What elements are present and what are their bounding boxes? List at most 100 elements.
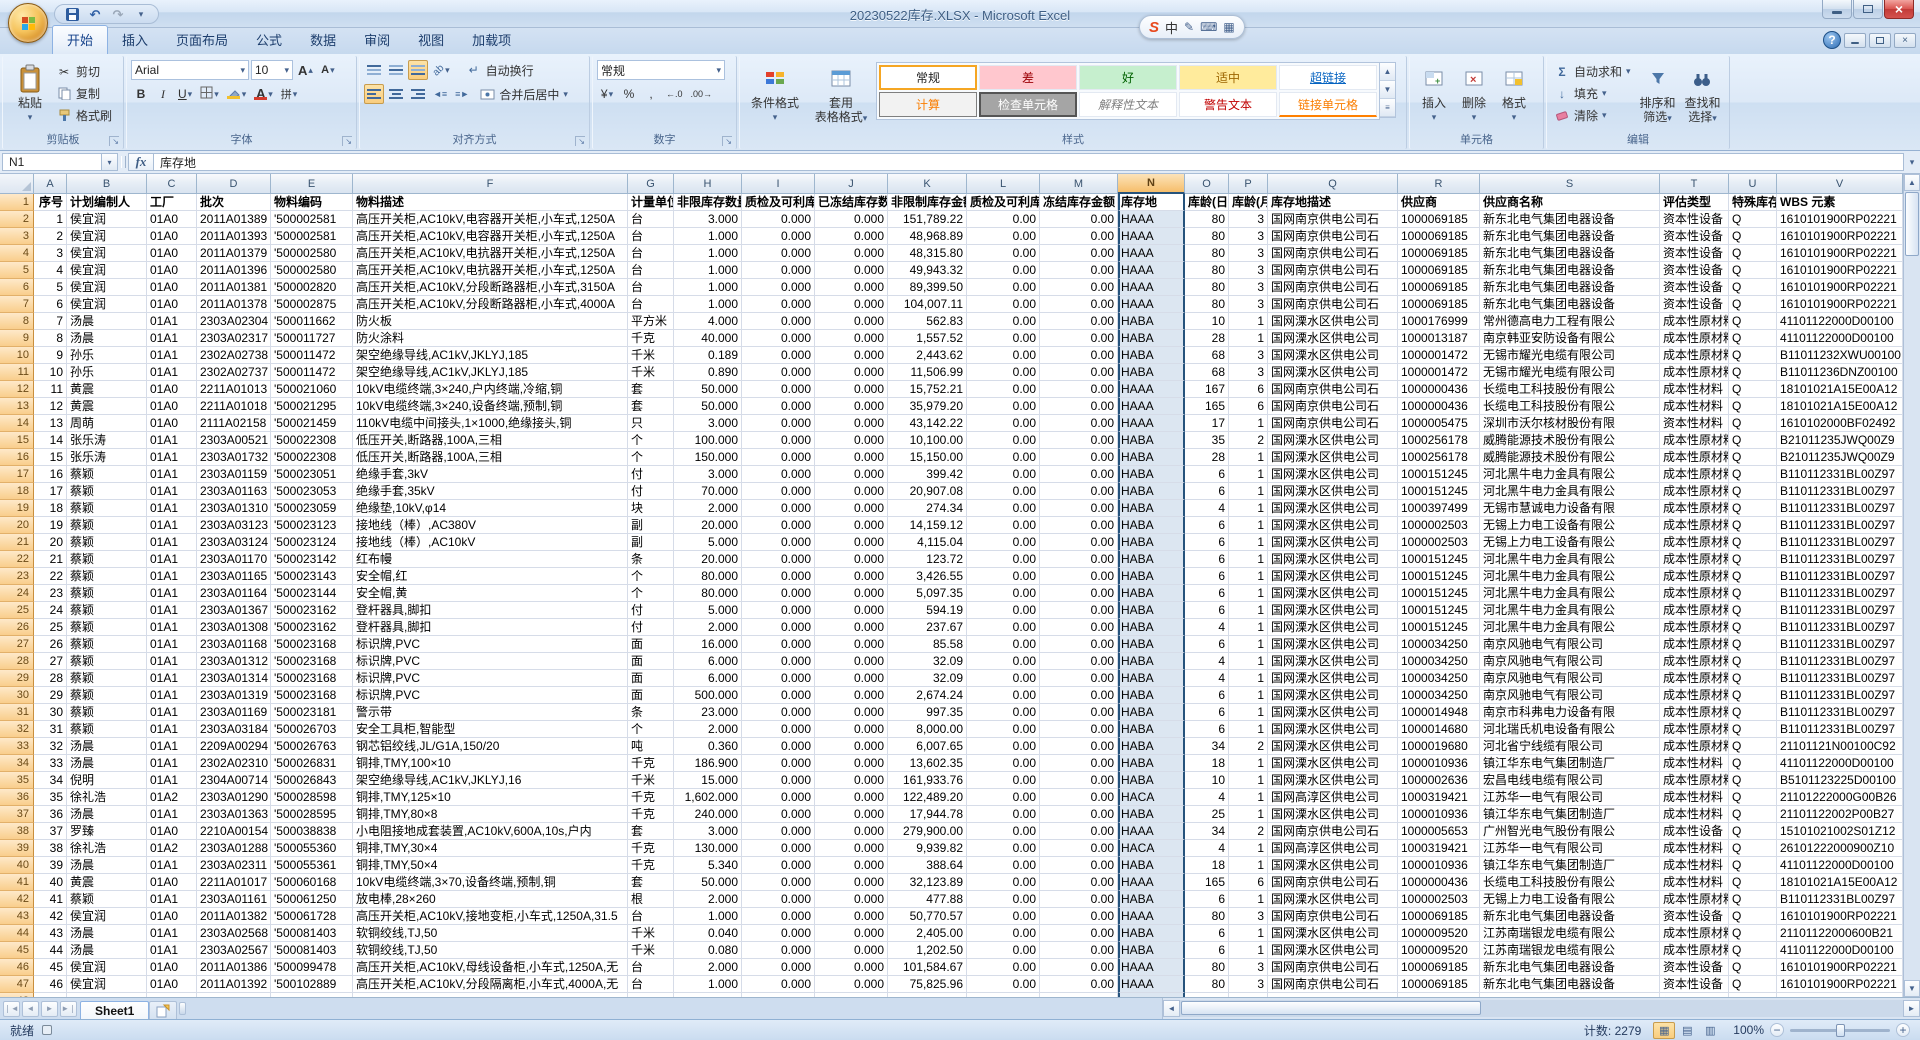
cell-D20[interactable]: 2303A03123 (197, 517, 271, 534)
cell-V39[interactable]: 26101222000900Z10 (1777, 840, 1903, 857)
cell-E40[interactable]: '500055361 (271, 857, 353, 874)
cell-F22[interactable]: 红布幔 (353, 551, 628, 568)
cell-L11[interactable]: 0.00 (967, 364, 1040, 381)
cell-Q14[interactable]: 国网南京供电公司石 (1268, 415, 1398, 432)
cell-J5[interactable]: 0.000 (815, 262, 888, 279)
cell-A34[interactable]: 33 (34, 755, 67, 772)
cell-R47[interactable]: 1000069185 (1398, 976, 1480, 993)
cell-B41[interactable]: 黄震 (67, 874, 147, 891)
ime-pen-icon[interactable]: ✎ (1184, 20, 1194, 34)
cell-J10[interactable]: 0.000 (815, 347, 888, 364)
office-button[interactable] (8, 3, 48, 43)
cell-F37[interactable]: 铜排,TMY,80×8 (353, 806, 628, 823)
accounting-format-button[interactable]: ¥▾ (597, 84, 617, 104)
cell-E41[interactable]: '500060168 (271, 874, 353, 891)
cell-G15[interactable]: 个 (628, 432, 674, 449)
cell-R41[interactable]: 1000000436 (1398, 874, 1480, 891)
cell-S23[interactable]: 河北黑牛电力金具有限公 (1480, 568, 1660, 585)
vertical-scrollbar[interactable]: ▲ ▼ (1903, 174, 1920, 997)
paste-button[interactable]: 粘贴 ▾ (7, 58, 53, 132)
cell-L17[interactable]: 0.00 (967, 466, 1040, 483)
cell-Q6[interactable]: 国网南京供电公司石 (1268, 279, 1398, 296)
cell-J33[interactable]: 0.000 (815, 738, 888, 755)
orientation-button[interactable]: ab▾ (430, 60, 453, 80)
cell-C33[interactable]: 01A1 (147, 738, 197, 755)
cell-V15[interactable]: B21011235JWQ00Z9 (1777, 432, 1903, 449)
cell-P34[interactable]: 1 (1229, 755, 1268, 772)
phonetic-button[interactable]: 拼▾ (278, 84, 301, 104)
cell-N4[interactable]: HAAA (1118, 245, 1185, 262)
cell-U32[interactable]: Q (1729, 721, 1777, 738)
cell-E21[interactable]: '500023124 (271, 534, 353, 551)
cell-P12[interactable]: 6 (1229, 381, 1268, 398)
cell-U40[interactable]: Q (1729, 857, 1777, 874)
cell-V32[interactable]: B110112331BL00Z97 (1777, 721, 1903, 738)
cell-J42[interactable]: 0.000 (815, 891, 888, 908)
cell-B30[interactable]: 蔡颖 (67, 687, 147, 704)
cell-B26[interactable]: 蔡颖 (67, 619, 147, 636)
cell-Q16[interactable]: 国网溧水区供电公司 (1268, 449, 1398, 466)
cell-M1[interactable]: 冻结库存金额 (1040, 194, 1118, 211)
cell-I15[interactable]: 0.000 (742, 432, 815, 449)
cell-S9[interactable]: 南京韩亚安防设备有限公 (1480, 330, 1660, 347)
cell-K8[interactable]: 562.83 (888, 313, 967, 330)
cell-U25[interactable]: Q (1729, 602, 1777, 619)
row-header-5[interactable]: 5 (0, 262, 34, 279)
cell-S19[interactable]: 无锡市慧诚电力设备有限 (1480, 500, 1660, 517)
ime-toolbox-icon[interactable]: ▦ (1223, 20, 1234, 34)
zoom-out-button[interactable]: − (1770, 1023, 1784, 1037)
cell-K41[interactable]: 32,123.89 (888, 874, 967, 891)
cell-U31[interactable]: Q (1729, 704, 1777, 721)
cell-A15[interactable]: 14 (34, 432, 67, 449)
cell-U8[interactable]: Q (1729, 313, 1777, 330)
workbook-restore-button[interactable] (1869, 33, 1891, 48)
cell-H20[interactable]: 20.000 (674, 517, 742, 534)
cell-S2[interactable]: 新东北电气集团电器设备 (1480, 211, 1660, 228)
select-all-button[interactable] (0, 174, 34, 194)
column-header-B[interactable]: B (67, 174, 147, 194)
cell-R34[interactable]: 1000010936 (1398, 755, 1480, 772)
fill-button[interactable]: ↓填充▾ (1551, 84, 1635, 103)
cell-B36[interactable]: 徐礼浩 (67, 789, 147, 806)
cell-J17[interactable]: 0.000 (815, 466, 888, 483)
cell-I41[interactable]: 0.000 (742, 874, 815, 891)
cell-P8[interactable]: 1 (1229, 313, 1268, 330)
cell-P2[interactable]: 3 (1229, 211, 1268, 228)
cell-O43[interactable]: 80 (1185, 908, 1229, 925)
cell-G34[interactable]: 千克 (628, 755, 674, 772)
cell-A18[interactable]: 17 (34, 483, 67, 500)
cell-M7[interactable]: 0.00 (1040, 296, 1118, 313)
cell-U16[interactable]: Q (1729, 449, 1777, 466)
cell-R10[interactable]: 1000001472 (1398, 347, 1480, 364)
cell-F26[interactable]: 登杆器具,脚扣 (353, 619, 628, 636)
cell-U30[interactable]: Q (1729, 687, 1777, 704)
cell-J30[interactable]: 0.000 (815, 687, 888, 704)
cell-R18[interactable]: 1000151245 (1398, 483, 1480, 500)
cell-O33[interactable]: 34 (1185, 738, 1229, 755)
cell-P31[interactable]: 1 (1229, 704, 1268, 721)
cell-I17[interactable]: 0.000 (742, 466, 815, 483)
cell-V45[interactable]: 41101122000D00100 (1777, 942, 1903, 959)
cell-H38[interactable]: 3.000 (674, 823, 742, 840)
cell-I28[interactable]: 0.000 (742, 653, 815, 670)
cell-T38[interactable]: 成本性设备 (1660, 823, 1729, 840)
cell-F9[interactable]: 防火涂料 (353, 330, 628, 347)
cell-K45[interactable]: 1,202.50 (888, 942, 967, 959)
cell-R35[interactable]: 1000002636 (1398, 772, 1480, 789)
cell-R43[interactable]: 1000069185 (1398, 908, 1480, 925)
cell-T33[interactable]: 成本性原材料 (1660, 738, 1729, 755)
cell-T37[interactable]: 成本性材料 (1660, 806, 1729, 823)
cell-D11[interactable]: 2302A02737 (197, 364, 271, 381)
cell-S6[interactable]: 新东北电气集团电器设备 (1480, 279, 1660, 296)
cell-T15[interactable]: 成本性原材料 (1660, 432, 1729, 449)
cell-E17[interactable]: '500023051 (271, 466, 353, 483)
cell-R22[interactable]: 1000151245 (1398, 551, 1480, 568)
cell-N2[interactable]: HAAA (1118, 211, 1185, 228)
cell-K44[interactable]: 2,405.00 (888, 925, 967, 942)
cell-J13[interactable]: 0.000 (815, 398, 888, 415)
cell-F2[interactable]: 高压开关柜,AC10kV,电容器开关柜,小车式,1250A (353, 211, 628, 228)
row-header-21[interactable]: 21 (0, 534, 34, 551)
undo-button[interactable]: ↶ (86, 6, 104, 22)
cell-B6[interactable]: 侯宜润 (67, 279, 147, 296)
cell-B42[interactable]: 蔡颖 (67, 891, 147, 908)
